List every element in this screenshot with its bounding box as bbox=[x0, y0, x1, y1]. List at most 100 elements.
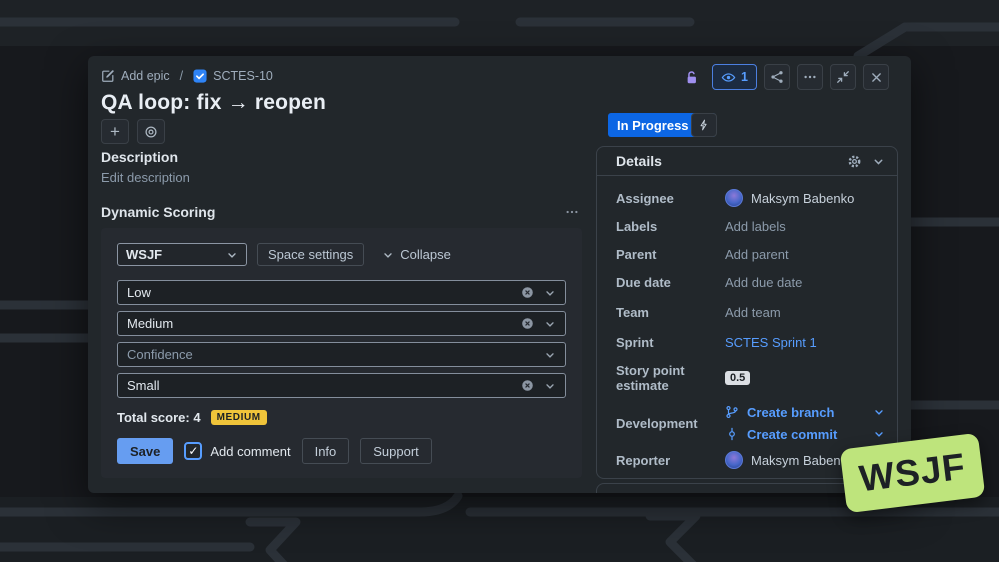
labels-row: Labels Add labels bbox=[616, 212, 885, 240]
team-row: Team Add team bbox=[616, 297, 885, 327]
add-due-date-field[interactable]: Add due date bbox=[725, 275, 885, 290]
target-icon bbox=[144, 125, 158, 139]
score-field-business-value[interactable]: Low bbox=[117, 280, 566, 305]
clear-icon[interactable] bbox=[521, 286, 534, 299]
issue-dialog: Add epic / SCTES-10 bbox=[88, 56, 911, 493]
ellipsis-icon bbox=[803, 70, 817, 84]
score-field-time-criticality[interactable]: Medium bbox=[117, 311, 566, 336]
sprint-link[interactable]: SCTES Sprint 1 bbox=[725, 335, 885, 350]
unlock-icon[interactable] bbox=[685, 70, 699, 85]
parent-label: Parent bbox=[616, 247, 725, 262]
story-point-label: Story point estimate bbox=[616, 363, 725, 393]
add-comment-checkbox[interactable]: ✓ bbox=[184, 442, 202, 460]
chevron-down-icon bbox=[544, 349, 556, 361]
chevron-down-icon bbox=[544, 380, 556, 392]
collapse-arrows-icon bbox=[836, 70, 850, 84]
create-commit-label: Create commit bbox=[747, 427, 837, 442]
details-panel: Details Assignee bbox=[596, 146, 898, 479]
space-settings-button[interactable]: Space settings bbox=[257, 243, 364, 266]
collapse-label: Collapse bbox=[400, 247, 451, 262]
chevron-down-icon bbox=[544, 318, 556, 330]
framework-select[interactable]: WSJF bbox=[117, 243, 247, 266]
development-label: Development bbox=[616, 416, 725, 431]
dynamic-scoring-panel: WSJF Space settings Collapse bbox=[101, 228, 582, 478]
add-labels-field[interactable]: Add labels bbox=[725, 219, 885, 234]
assignee-value[interactable]: Maksym Babenko bbox=[725, 189, 885, 207]
add-button[interactable]: + bbox=[101, 119, 129, 144]
chevron-down-icon bbox=[226, 249, 238, 261]
close-button[interactable] bbox=[863, 64, 889, 90]
watch-count: 1 bbox=[741, 70, 748, 84]
target-button[interactable] bbox=[137, 119, 165, 144]
details-heading: Details bbox=[616, 153, 662, 169]
sprint-label: Sprint bbox=[616, 335, 725, 350]
parent-row: Parent Add parent bbox=[616, 240, 885, 268]
info-button[interactable]: Info bbox=[302, 438, 350, 464]
total-score-label: Total score: 4 bbox=[117, 410, 201, 425]
task-type-icon bbox=[193, 69, 207, 83]
field-value: Medium bbox=[127, 316, 521, 331]
details-collapse-button[interactable] bbox=[872, 155, 885, 168]
chevron-down-icon bbox=[873, 406, 885, 418]
due-date-row: Due date Add due date bbox=[616, 268, 885, 297]
share-button[interactable] bbox=[764, 64, 790, 90]
dynamic-scoring-header: Dynamic Scoring bbox=[101, 204, 582, 220]
create-branch-button[interactable]: Create branch bbox=[725, 405, 885, 420]
create-commit-button[interactable]: Create commit bbox=[725, 427, 885, 442]
story-point-value[interactable]: 0.5 bbox=[725, 371, 885, 385]
chevron-down-icon bbox=[544, 287, 556, 299]
git-branch-icon bbox=[725, 405, 739, 419]
reporter-label: Reporter bbox=[616, 453, 725, 468]
more-actions-button[interactable] bbox=[797, 64, 823, 90]
total-score-row: Total score: 4 MEDIUM bbox=[117, 410, 566, 425]
framework-value: WSJF bbox=[126, 247, 162, 262]
field-placeholder: Confidence bbox=[127, 347, 544, 362]
status-label: In Progress bbox=[617, 118, 689, 133]
assignee-row: Assignee Maksym Babenko bbox=[616, 184, 885, 212]
automation-button[interactable] bbox=[691, 113, 717, 137]
labels-label: Labels bbox=[616, 219, 725, 234]
support-button[interactable]: Support bbox=[360, 438, 432, 464]
issue-key-link[interactable]: SCTES-10 bbox=[193, 69, 273, 83]
eye-icon bbox=[721, 70, 736, 85]
dynamic-scoring-heading: Dynamic Scoring bbox=[101, 204, 215, 220]
score-badge: MEDIUM bbox=[211, 410, 267, 425]
description-heading: Description bbox=[101, 149, 178, 165]
save-button[interactable]: Save bbox=[117, 438, 173, 464]
share-icon bbox=[770, 70, 784, 84]
avatar bbox=[725, 451, 743, 469]
team-label: Team bbox=[616, 305, 725, 320]
add-comment-option: ✓ Add comment bbox=[184, 442, 290, 460]
app-background: Add epic / SCTES-10 bbox=[0, 0, 999, 562]
add-epic-button[interactable]: Add epic bbox=[101, 69, 170, 83]
edit-description[interactable]: Edit description bbox=[101, 170, 190, 185]
score-field-confidence[interactable]: Confidence bbox=[117, 342, 566, 367]
add-team-field[interactable]: Add team bbox=[725, 305, 885, 320]
chevron-down-icon bbox=[873, 428, 885, 440]
due-date-label: Due date bbox=[616, 275, 725, 290]
scoring-toolbar: WSJF Space settings Collapse bbox=[117, 243, 566, 266]
sprint-row: Sprint SCTES Sprint 1 bbox=[616, 327, 885, 357]
story-point-row: Story point estimate 0.5 bbox=[616, 357, 885, 399]
score-field-job-size[interactable]: Small bbox=[117, 373, 566, 398]
add-parent-field[interactable]: Add parent bbox=[725, 247, 885, 262]
field-value: Small bbox=[127, 378, 521, 393]
avatar bbox=[725, 189, 743, 207]
git-commit-icon bbox=[725, 427, 739, 441]
issue-key-label: SCTES-10 bbox=[213, 69, 273, 83]
watch-button[interactable]: 1 bbox=[712, 64, 757, 90]
collapse-button[interactable] bbox=[830, 64, 856, 90]
estimate-badge[interactable]: 0.5 bbox=[725, 371, 750, 385]
clear-icon[interactable] bbox=[521, 317, 534, 330]
assignee-label: Assignee bbox=[616, 191, 725, 206]
quick-add-toolbar: + bbox=[101, 119, 165, 144]
details-settings-button[interactable] bbox=[847, 154, 862, 169]
create-branch-label: Create branch bbox=[747, 405, 834, 420]
clear-icon[interactable] bbox=[521, 379, 534, 392]
assignee-name: Maksym Babenko bbox=[751, 191, 854, 206]
chevron-down-icon bbox=[382, 249, 394, 261]
issue-title[interactable]: QA loop: fix → reopen bbox=[101, 91, 326, 115]
collapse-toggle[interactable]: Collapse bbox=[382, 247, 451, 262]
plus-icon: + bbox=[110, 123, 120, 140]
scoring-menu-button[interactable] bbox=[565, 205, 582, 219]
